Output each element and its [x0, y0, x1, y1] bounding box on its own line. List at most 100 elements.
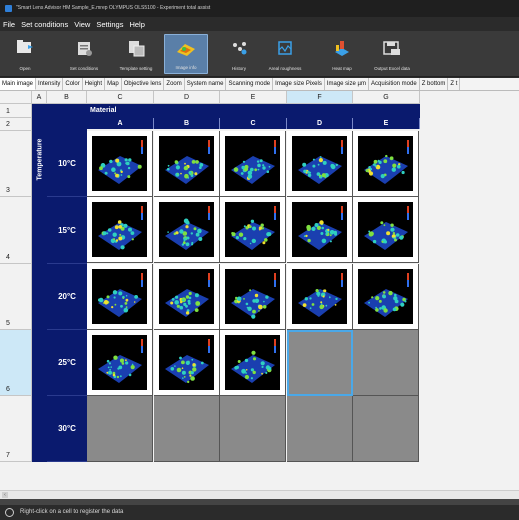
image-cell[interactable] [353, 197, 419, 263]
menu-settings[interactable]: Settings [96, 20, 123, 29]
image-cell[interactable] [154, 264, 220, 330]
temp-15c[interactable]: 15°C [47, 197, 87, 264]
folder-open-icon [17, 40, 33, 53]
tab-acquisition-mode[interactable]: Acquisition mode [369, 78, 420, 90]
temp-30c[interactable]: 30°C [47, 396, 87, 462]
horizontal-scrollbar[interactable]: ‹ [0, 490, 519, 499]
menu-view[interactable]: View [74, 20, 90, 29]
column-header-a[interactable]: A [32, 91, 47, 104]
title-bar: "Smart Lens Advisor HM Sample_E.mrep OLY… [0, 0, 519, 17]
status-text: Right-click on a cell to register the da… [20, 509, 124, 515]
tab-height[interactable]: Height [83, 78, 106, 90]
image-cell[interactable] [87, 131, 153, 197]
tab-color[interactable]: Color [63, 78, 83, 90]
empty-cell[interactable] [287, 330, 353, 396]
surface-height-map-image [92, 136, 147, 191]
image-cell[interactable] [287, 197, 353, 263]
empty-cell[interactable] [87, 396, 153, 462]
material-col-e[interactable]: E [353, 118, 420, 129]
temperature-label: Temperature [36, 138, 44, 181]
surface-height-map-image [159, 269, 214, 324]
areal-roughness-button[interactable]: Areal roughness [263, 34, 307, 74]
tab-map[interactable]: Map [105, 78, 122, 90]
surface-height-map-image [358, 269, 413, 324]
template-setting-button[interactable]: Template setting [112, 34, 160, 74]
window-title: "Smart Lens Advisor HM Sample_E.mrep OLY… [16, 5, 211, 11]
set-conditions-button[interactable]: Set conditions [62, 34, 106, 74]
column-header-b[interactable]: B [47, 91, 87, 104]
column-header-e[interactable]: E [220, 91, 287, 104]
image-cell[interactable] [220, 264, 286, 330]
surface-height-map-image [92, 335, 147, 390]
row-header-4[interactable]: 4 [0, 197, 32, 264]
menu-set-conditions[interactable]: Set conditions [21, 20, 68, 29]
tab-image-size-um[interactable]: Image size µm [325, 78, 369, 90]
image-cell[interactable] [220, 330, 286, 396]
image-cell[interactable] [353, 131, 419, 197]
scroll-left-icon[interactable]: ‹ [2, 492, 8, 498]
tab-z-top[interactable]: Z t [448, 78, 461, 90]
material-col-c[interactable]: C [220, 118, 287, 129]
image-cell[interactable] [220, 197, 286, 263]
history-button[interactable]: History [222, 34, 256, 74]
set-conditions-icon [78, 42, 92, 56]
column-header-f[interactable]: F [287, 91, 353, 104]
row-header-6[interactable]: 6 [0, 330, 32, 396]
empty-cell[interactable] [287, 396, 353, 462]
column-header-g[interactable]: G [353, 91, 420, 104]
image-cell[interactable] [87, 264, 153, 330]
surface-height-map-image [159, 202, 214, 257]
tab-system-name[interactable]: System name [185, 78, 227, 90]
surface-height-map-image [292, 269, 347, 324]
row-header-3[interactable]: 3 [0, 131, 32, 197]
empty-cell[interactable] [154, 396, 220, 462]
column-header-d[interactable]: D [154, 91, 220, 104]
row-header-5[interactable]: 5 [0, 264, 32, 330]
image-cell[interactable] [154, 197, 220, 263]
tab-main-image[interactable]: Main image [0, 78, 37, 90]
image-cell[interactable] [287, 131, 353, 197]
row-header-1[interactable]: 1 [0, 104, 32, 118]
lightbulb-icon [5, 508, 14, 517]
status-bar: Right-click on a cell to register the da… [0, 505, 519, 520]
output-excel-data-button[interactable]: Output Excel data [366, 34, 418, 74]
areal-roughness-icon [278, 41, 292, 55]
tab-z-bottom[interactable]: Z bottom [420, 78, 449, 90]
material-col-a[interactable]: A [87, 118, 154, 129]
menu-file[interactable]: File [3, 20, 15, 29]
heat-map-button[interactable]: Heat map [324, 34, 360, 74]
image-cell[interactable] [287, 264, 353, 330]
app-icon [5, 5, 12, 12]
temp-25c[interactable]: 25°C [47, 330, 87, 396]
spreadsheet-grid[interactable]: A B C D E F G 1 2 3 4 5 6 7 Material Tem… [0, 91, 519, 491]
excel-output-icon [383, 41, 400, 55]
image-cell[interactable] [154, 330, 220, 396]
heat-map-icon [335, 41, 349, 56]
tab-intensity[interactable]: Intensity [36, 78, 64, 90]
image-info-icon [177, 44, 195, 56]
open-button[interactable]: Open [10, 34, 40, 74]
tab-image-size-pixels[interactable]: Image size Pixels [273, 78, 325, 90]
image-cell[interactable] [154, 131, 220, 197]
corner-cell[interactable] [0, 91, 32, 104]
material-col-b[interactable]: B [154, 118, 220, 129]
image-cell[interactable] [87, 197, 153, 263]
image-cell[interactable] [353, 264, 419, 330]
tab-scanning-mode[interactable]: Scanning mode [226, 78, 274, 90]
material-col-d[interactable]: D [287, 118, 353, 129]
temp-10c[interactable]: 10°C [47, 131, 87, 197]
menu-help[interactable]: Help [129, 20, 144, 29]
row-header-7[interactable]: 7 [0, 396, 32, 462]
row-header-2[interactable]: 2 [0, 118, 32, 131]
tab-objective-lens[interactable]: Objective lens [122, 78, 165, 90]
image-info-button[interactable]: Image info [164, 34, 208, 74]
empty-cell[interactable] [220, 396, 286, 462]
image-cell[interactable] [87, 330, 153, 396]
tab-zoom[interactable]: Zoom [164, 78, 185, 90]
image-cell[interactable] [220, 131, 286, 197]
column-header-c[interactable]: C [87, 91, 154, 104]
empty-cell[interactable] [353, 396, 419, 462]
surface-height-map-image [358, 136, 413, 191]
temp-20c[interactable]: 20°C [47, 264, 87, 330]
empty-cell[interactable] [353, 330, 419, 396]
